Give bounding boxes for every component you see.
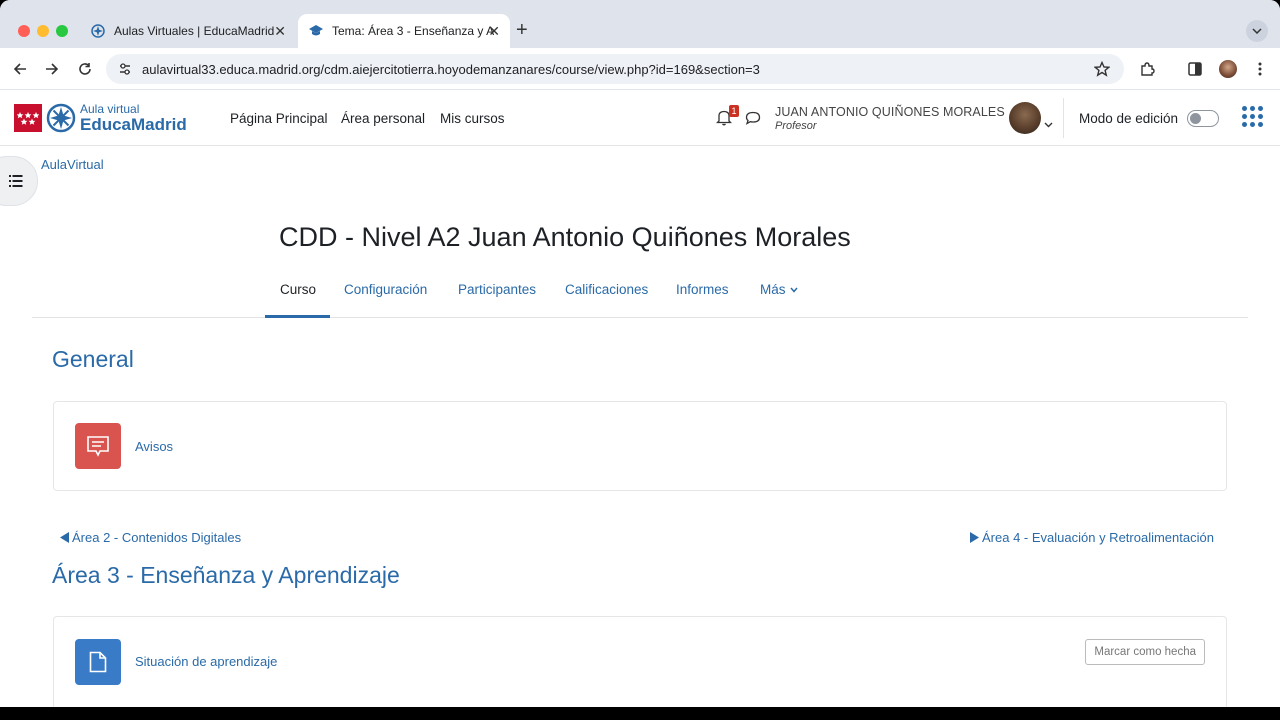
messages-chat-icon[interactable] — [745, 111, 761, 131]
browser-toolbar: aulavirtual33.educa.madrid.org/cdm.aieje… — [0, 48, 1280, 90]
tab-search-icon[interactable] — [1246, 20, 1268, 42]
site-settings-icon[interactable] — [118, 62, 132, 81]
nav-mis-cursos[interactable]: Mis cursos — [440, 111, 505, 126]
header-divider — [1063, 98, 1064, 138]
prev-section-label: Área 2 - Contenidos Digitales — [72, 530, 242, 545]
browser-tab-aulas[interactable]: Aulas Virtuales | EducaMadrid ✕ — [80, 14, 296, 48]
next-section-link[interactable]: Área 4 - Evaluación y Retroalimentación — [970, 530, 1214, 545]
graduation-cap-icon — [308, 23, 324, 39]
site-header: Aula virtual EducaMadrid Página Principa… — [0, 90, 1280, 146]
section-title-general[interactable]: General — [52, 346, 134, 373]
address-bar[interactable]: aulavirtual33.educa.madrid.org/cdm.aieje… — [106, 54, 1124, 84]
educamadrid-favicon-icon — [90, 23, 106, 39]
tab-title: Aulas Virtuales | EducaMadrid — [114, 24, 275, 38]
section-card-area3: Situación de aprendizaje Marcar como hec… — [53, 616, 1227, 707]
apps-grid-icon[interactable] — [1242, 106, 1264, 128]
forward-arrow-icon[interactable] — [43, 60, 61, 78]
course-title: CDD - Nivel A2 Juan Antonio Quiñones Mor… — [279, 222, 851, 252]
comunidad-madrid-flag-icon[interactable] — [14, 104, 42, 132]
new-tab-icon[interactable]: + — [516, 20, 528, 40]
user-menu-chevron-down-icon[interactable] — [1044, 115, 1053, 133]
user-avatar[interactable] — [1009, 102, 1041, 134]
edit-mode-label: Modo de edición — [1079, 111, 1179, 126]
activity-link-situacion-aprendizaje[interactable]: Situación de aprendizaje — [135, 654, 277, 669]
browser-tab-bar: Aulas Virtuales | EducaMadrid ✕ Tema: Ár… — [0, 0, 1280, 48]
browser-tab-tema[interactable]: Tema: Área 3 - Enseñanza y A ✕ — [298, 14, 510, 48]
browser-window: Aulas Virtuales | EducaMadrid ✕ Tema: Ár… — [0, 0, 1280, 707]
logo-subtitle: Aula virtual — [80, 102, 140, 116]
caret-right-icon — [970, 532, 979, 543]
tab-participantes[interactable]: Participantes — [458, 282, 536, 297]
caret-left-icon — [60, 532, 69, 543]
profile-avatar-icon[interactable] — [1219, 60, 1237, 78]
minimize-window-button[interactable] — [37, 25, 49, 37]
chevron-down-icon — [789, 287, 798, 293]
prev-section-link[interactable]: Área 2 - Contenidos Digitales — [60, 530, 241, 545]
forum-icon[interactable] — [75, 423, 121, 469]
maximize-window-button[interactable] — [56, 25, 68, 37]
section-title-area3[interactable]: Área 3 - Enseñanza y Aprendizaje — [52, 562, 400, 589]
extensions-puzzle-icon[interactable] — [1138, 60, 1156, 78]
section-card-general: Avisos — [53, 401, 1227, 491]
url-text: aulavirtual33.educa.madrid.org/cdm.aieje… — [142, 62, 760, 77]
tab-mas[interactable]: Más — [760, 282, 798, 297]
list-icon — [9, 175, 23, 187]
file-document-icon[interactable] — [75, 639, 121, 685]
educamadrid-logo-icon[interactable] — [46, 103, 76, 133]
side-panel-icon[interactable] — [1186, 60, 1204, 78]
mark-as-done-button[interactable]: Marcar como hecha — [1085, 639, 1205, 665]
close-tab-icon[interactable]: ✕ — [274, 23, 286, 39]
tab-calificaciones[interactable]: Calificaciones — [565, 282, 648, 297]
browser-menu-kebab-icon[interactable] — [1251, 60, 1269, 78]
nav-pagina-principal[interactable]: Página Principal — [230, 111, 328, 126]
notifications-bell-icon[interactable]: 1 — [715, 105, 739, 127]
activity-link-avisos[interactable]: Avisos — [135, 439, 173, 454]
active-tab-indicator — [265, 315, 330, 318]
close-tab-icon[interactable]: ✕ — [488, 23, 500, 39]
tab-configuracion[interactable]: Configuración — [344, 282, 427, 297]
reload-icon[interactable] — [76, 60, 94, 78]
next-section-label: Área 4 - Evaluación y Retroalimentación — [982, 530, 1214, 545]
course-index-drawer-button[interactable] — [0, 156, 38, 206]
edit-mode-toggle[interactable] — [1187, 110, 1219, 127]
course-secondary-nav: Curso Configuración Participantes Califi… — [32, 270, 1248, 318]
bookmark-star-icon[interactable] — [1093, 60, 1111, 82]
tab-title: Tema: Área 3 - Enseñanza y A — [332, 24, 495, 38]
back-arrow-icon[interactable] — [11, 60, 29, 78]
tab-curso[interactable]: Curso — [280, 282, 316, 297]
close-window-button[interactable] — [18, 25, 30, 37]
nav-area-personal[interactable]: Área personal — [341, 111, 425, 126]
notification-count-badge: 1 — [729, 105, 739, 117]
logo-title[interactable]: EducaMadrid — [80, 115, 187, 135]
breadcrumb-aulavirtual[interactable]: AulaVirtual — [41, 157, 104, 172]
toggle-knob — [1190, 113, 1201, 124]
user-name[interactable]: JUAN ANTONIO QUIÑONES MORALES — [775, 105, 1005, 119]
user-role: Profesor — [775, 120, 817, 132]
tab-informes[interactable]: Informes — [676, 282, 729, 297]
tab-mas-label: Más — [760, 282, 786, 297]
